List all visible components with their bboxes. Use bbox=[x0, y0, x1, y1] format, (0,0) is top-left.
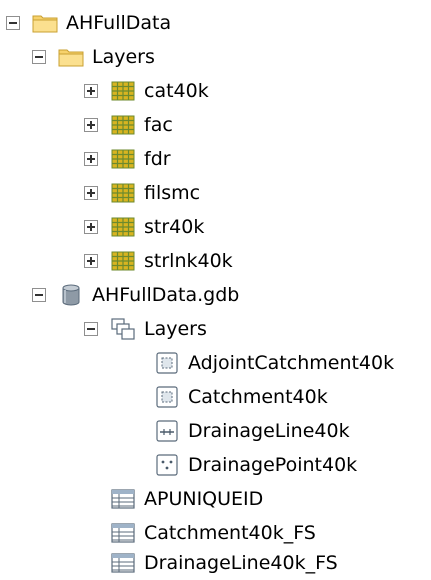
raster-dataset-icon bbox=[110, 250, 136, 272]
tree-node-table[interactable]: APUNIQUEID bbox=[84, 482, 263, 516]
tree-node-label: AdjointCatchment40k bbox=[188, 352, 395, 374]
tree-node-label: AHFullData bbox=[66, 12, 172, 34]
raster-dataset-icon bbox=[110, 80, 136, 102]
catalog-tree: AHFullData Layers cat40k fac fdr filsmc … bbox=[0, 0, 431, 580]
expand-toggle-icon[interactable] bbox=[84, 220, 98, 234]
table-icon bbox=[110, 552, 136, 574]
tree-node-feature-class[interactable]: Catchment40k bbox=[128, 380, 328, 414]
tree-node-label: str40k bbox=[144, 216, 205, 238]
tree-node-raster[interactable]: filsmc bbox=[84, 176, 200, 210]
table-icon bbox=[110, 488, 136, 510]
polygon-feature-class-icon bbox=[154, 352, 180, 374]
tree-node-raster[interactable]: strlnk40k bbox=[84, 244, 233, 278]
polygon-feature-class-icon bbox=[154, 386, 180, 408]
tree-node-feature-class[interactable]: DrainagePoint40k bbox=[128, 448, 357, 482]
collapse-toggle-icon[interactable] bbox=[6, 16, 20, 30]
tree-node-label: cat40k bbox=[144, 80, 209, 102]
tree-node-label: filsmc bbox=[144, 182, 201, 204]
tree-node-feature-class[interactable]: AdjointCatchment40k bbox=[128, 346, 394, 380]
tree-node-label: Layers bbox=[92, 46, 155, 68]
tree-node-raster[interactable]: cat40k bbox=[84, 74, 209, 108]
tree-node-geodatabase[interactable]: AHFullData.gdb bbox=[32, 278, 239, 312]
expand-toggle-icon[interactable] bbox=[84, 186, 98, 200]
raster-dataset-icon bbox=[110, 114, 136, 136]
tree-node-label: Catchment40k_FS bbox=[144, 522, 316, 544]
raster-dataset-icon bbox=[110, 148, 136, 170]
tree-node-label: fac bbox=[144, 114, 173, 136]
tree-node-label: Layers bbox=[144, 318, 207, 340]
tree-node-label: DrainagePoint40k bbox=[188, 454, 358, 476]
folder-icon bbox=[32, 12, 58, 34]
tree-node-label: DrainageLine40k_FS bbox=[144, 552, 338, 574]
geodatabase-icon bbox=[58, 284, 84, 306]
collapse-toggle-icon[interactable] bbox=[84, 322, 98, 336]
tree-node-label: strlnk40k bbox=[144, 250, 233, 272]
tree-node-raster[interactable]: fac bbox=[84, 108, 173, 142]
tree-node-label: DrainageLine40k bbox=[188, 420, 350, 442]
tree-node-ahfulldata-folder[interactable]: AHFullData bbox=[6, 6, 171, 40]
tree-node-table[interactable]: DrainageLine40k_FS bbox=[84, 546, 338, 580]
tree-node-layers-folder[interactable]: Layers bbox=[32, 40, 155, 74]
feature-dataset-icon bbox=[110, 318, 136, 340]
expand-toggle-icon[interactable] bbox=[84, 254, 98, 268]
expand-toggle-icon[interactable] bbox=[84, 152, 98, 166]
collapse-toggle-icon[interactable] bbox=[32, 50, 46, 64]
tree-node-feature-class[interactable]: DrainageLine40k bbox=[128, 414, 350, 448]
tree-node-table[interactable]: Catchment40k_FS bbox=[84, 516, 316, 550]
raster-dataset-icon bbox=[110, 182, 136, 204]
tree-node-label: APUNIQUEID bbox=[144, 488, 264, 510]
raster-dataset-icon bbox=[110, 216, 136, 238]
tree-node-label: Catchment40k bbox=[188, 386, 328, 408]
folder-icon bbox=[58, 46, 84, 68]
tree-node-label: AHFullData.gdb bbox=[92, 284, 240, 306]
tree-node-raster[interactable]: fdr bbox=[84, 142, 171, 176]
line-feature-class-icon bbox=[154, 420, 180, 442]
collapse-toggle-icon[interactable] bbox=[32, 288, 46, 302]
table-icon bbox=[110, 522, 136, 544]
expand-toggle-icon[interactable] bbox=[84, 84, 98, 98]
tree-node-label: fdr bbox=[144, 148, 171, 170]
expand-toggle-icon[interactable] bbox=[84, 118, 98, 132]
tree-node-feature-dataset[interactable]: Layers bbox=[84, 312, 207, 346]
point-feature-class-icon bbox=[154, 454, 180, 476]
tree-node-raster[interactable]: str40k bbox=[84, 210, 204, 244]
